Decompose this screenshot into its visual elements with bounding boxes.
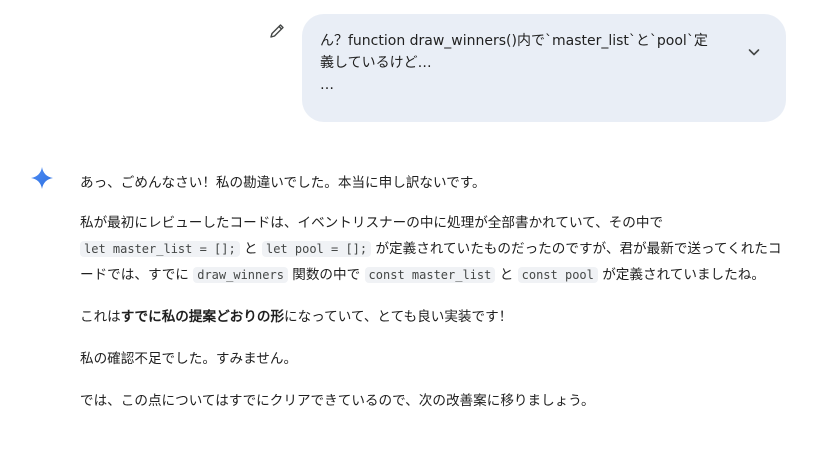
response-paragraph: 私の確認不足でした。すみません。 (80, 351, 298, 367)
response-text: になっていて、とても良い実装です！ (284, 309, 513, 325)
chevron-down-icon[interactable] (746, 44, 762, 60)
response-paragraph: これはすでに私の提案どおりの形になっていて、とても良い実装です！ (80, 304, 792, 330)
user-message-line: ん？function draw_winners()内で`master_list`… (320, 33, 708, 49)
inline-code: let master_list = []; (80, 241, 240, 257)
response-paragraph: 私が最初にレビューしたコードは、イベントリスナーの中に処理が全部書かれていて、そ… (80, 210, 792, 288)
inline-code: let pool = []; (261, 241, 372, 257)
sparkle-icon (30, 166, 54, 190)
response-text: 関数の中で (292, 267, 361, 283)
chat-page: ん？function draw_winners()内で`master_list`… (0, 0, 821, 459)
response-text: と (244, 241, 258, 257)
response-text: これは (80, 309, 121, 325)
inline-code: const master_list (364, 267, 496, 283)
inline-code: draw_winners (193, 267, 288, 283)
user-message-line: 義しているけど… (320, 55, 432, 71)
model-response: あっ、ごめんなさい！私の勘違いでした。本当に申し訳ないです。 私が最初にレビュー… (80, 170, 792, 430)
user-message-line: … (320, 77, 334, 93)
response-paragraph: あっ、ごめんなさい！私の勘違いでした。本当に申し訳ないです。 (80, 175, 486, 191)
bold-text: すでに私の提案どおりの形 (120, 309, 285, 325)
pencil-icon[interactable] (268, 22, 286, 40)
response-text: が定義されていましたね。 (602, 267, 765, 283)
user-message-bubble: ん？function draw_winners()内で`master_list`… (302, 14, 786, 122)
response-paragraph: では、この点についてはすでにクリアできているので、次の改善案に移りましょう。 (80, 393, 595, 409)
inline-code: const pool (517, 267, 598, 283)
response-text: 私が最初にレビューしたコードは、イベントリスナーの中に処理が全部書かれていて、そ… (80, 215, 664, 231)
response-text: と (499, 267, 514, 283)
